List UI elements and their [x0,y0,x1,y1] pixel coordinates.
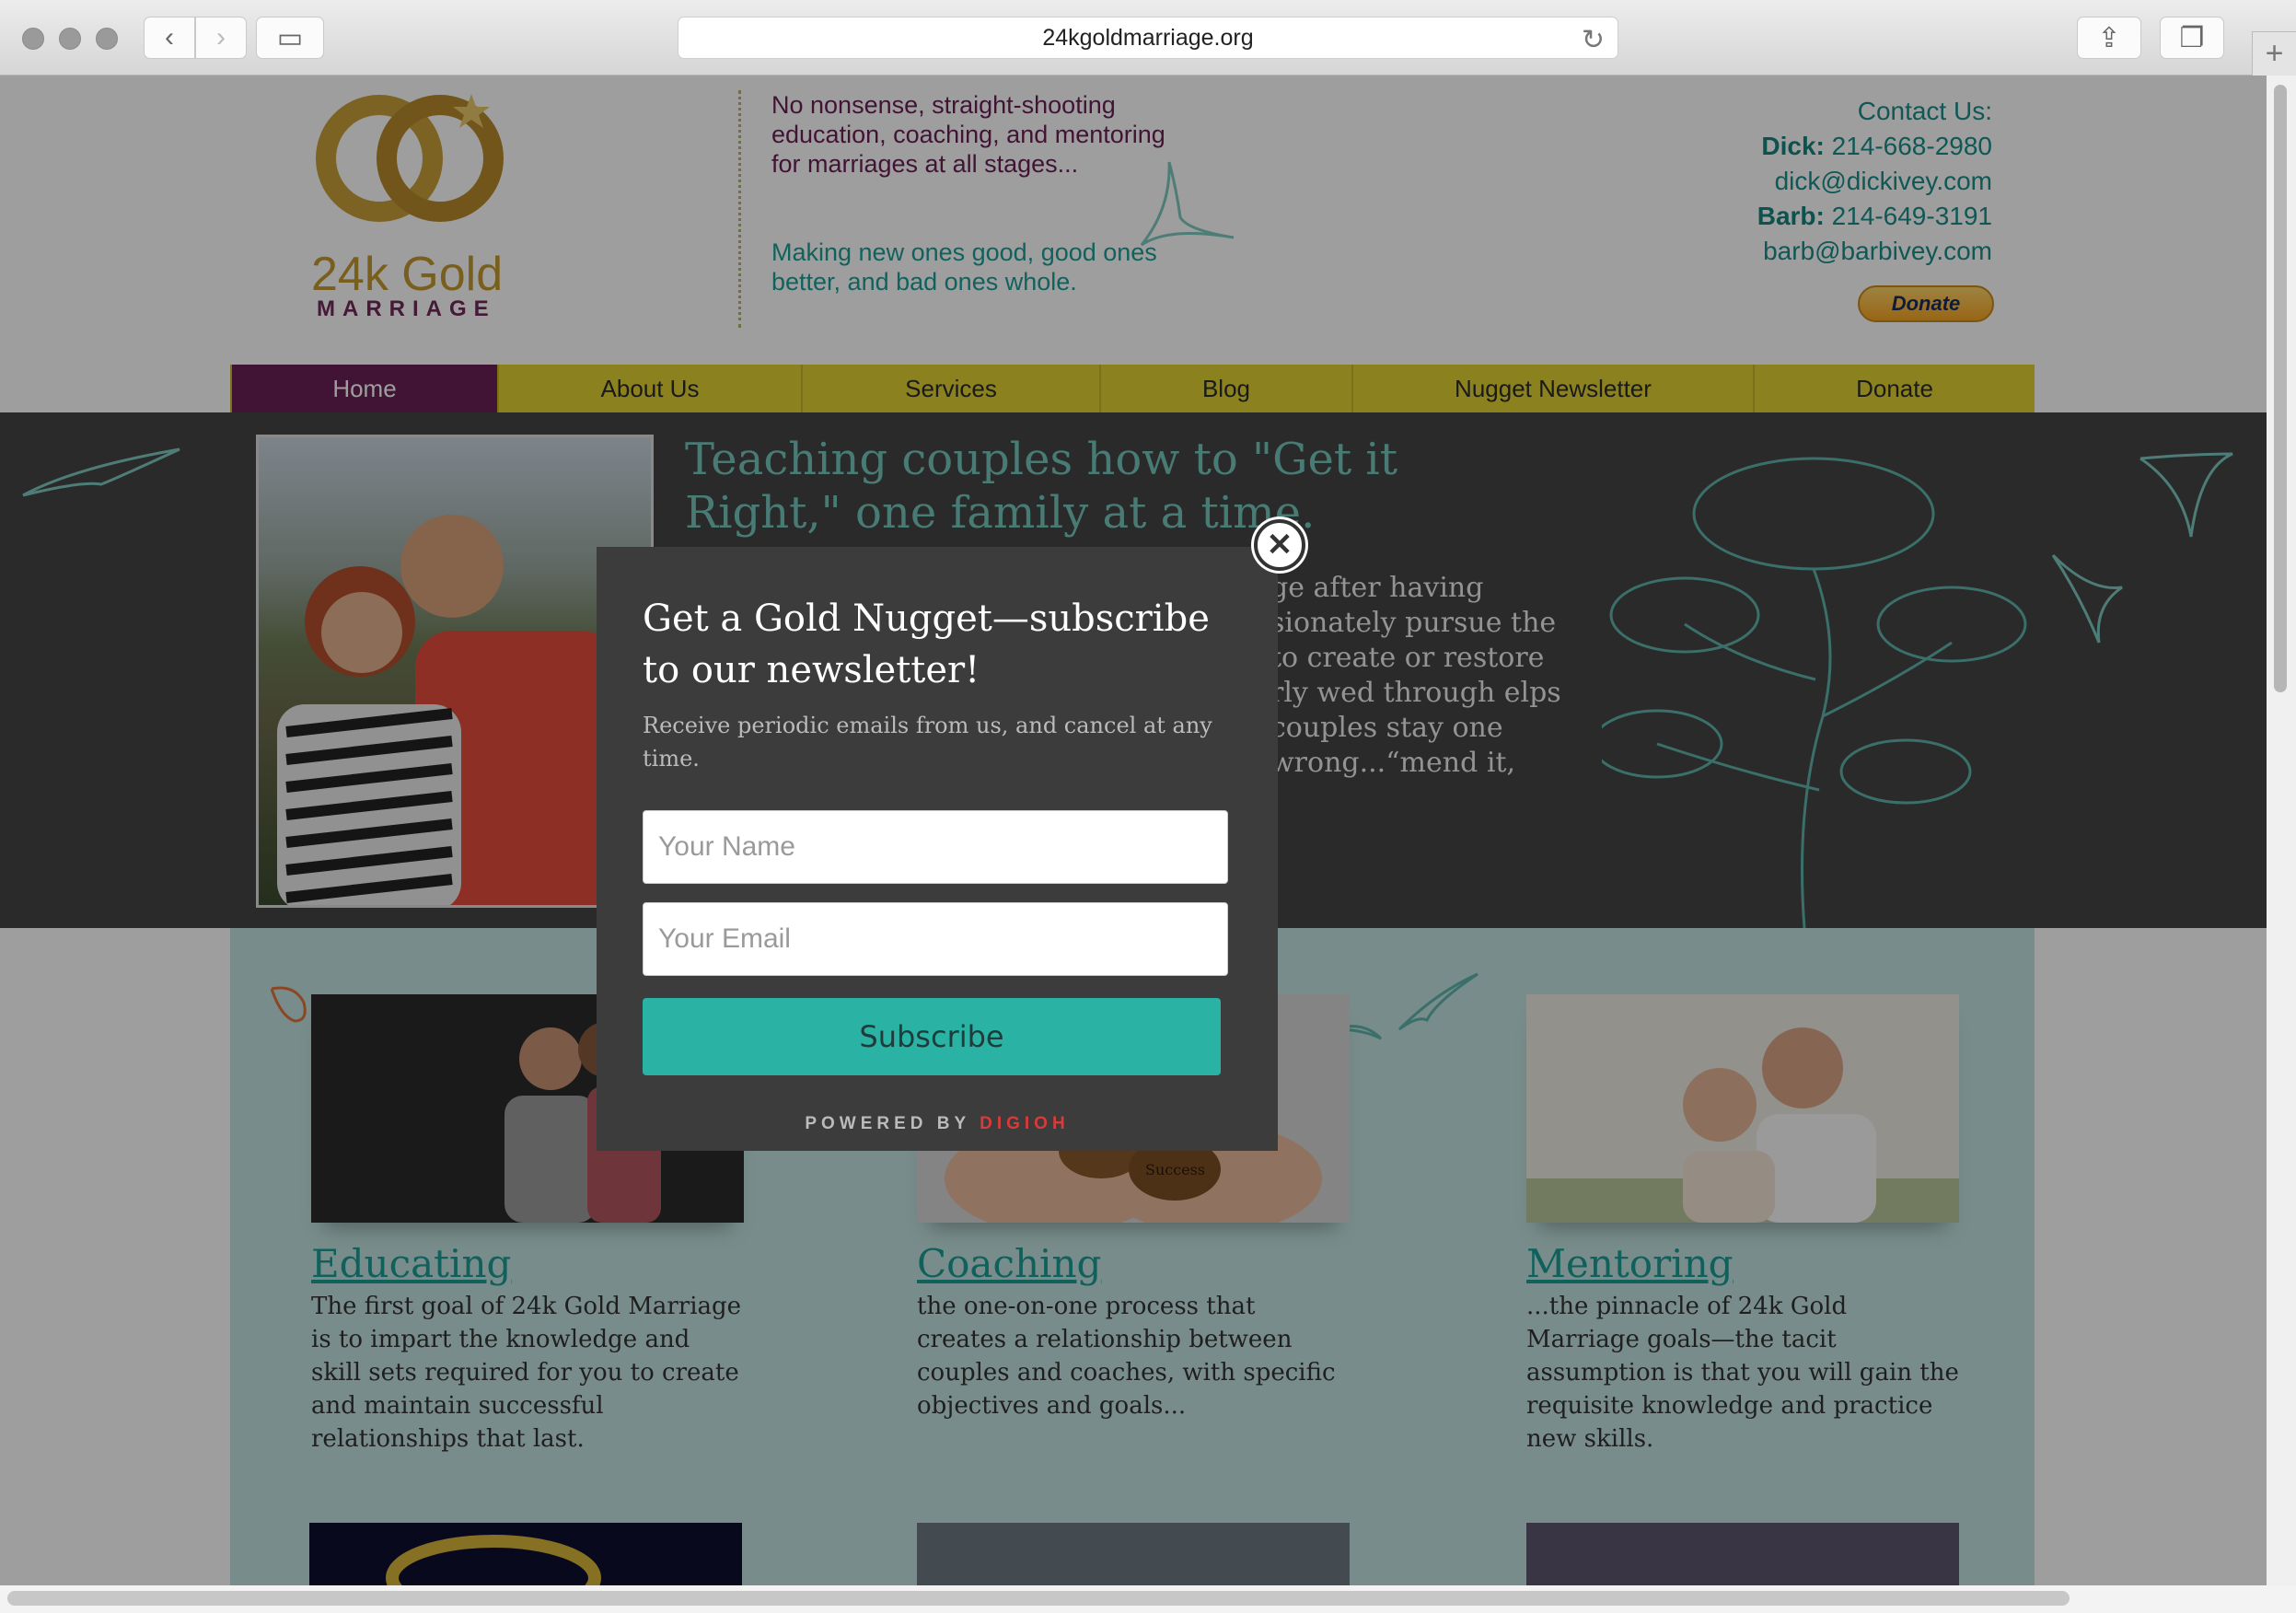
newsletter-modal: Get a Gold Nugget—subscribe to our newsl… [597,547,1278,1151]
vertical-scrollbar-thumb[interactable] [2274,85,2287,692]
share-icon: ⇪ [2097,22,2121,53]
sidebar-toggle-button[interactable]: ▭ [256,17,324,59]
close-modal-button[interactable]: ✕ [1254,519,1305,571]
email-input[interactable] [643,902,1228,976]
chevron-right-icon: › [216,22,226,52]
zoom-window-button[interactable] [96,28,118,50]
close-window-button[interactable] [22,28,44,50]
sidebar-icon: ▭ [276,22,304,53]
address-bar[interactable]: 24kgoldmarriage.org ↻ [678,17,1618,59]
new-tab-button[interactable]: + [2252,31,2296,75]
plus-icon: + [2265,36,2284,71]
browser-toolbar: ‹ › ▭ 24kgoldmarriage.org ↻ ⇪ ❐ + [0,0,2296,75]
digioh-link[interactable]: DIGIOH [980,1114,1070,1133]
modal-subtitle: Receive periodic emails from us, and can… [643,713,1212,772]
name-input[interactable] [643,810,1228,884]
powered-by: POWERED BY DIGIOH [643,1114,1232,1134]
back-button[interactable]: ‹ [144,17,195,59]
share-button[interactable]: ⇪ [2077,17,2141,59]
url-text: 24kgoldmarriage.org [1042,24,1254,51]
horizontal-scrollbar-thumb[interactable] [7,1591,2070,1606]
reload-icon[interactable]: ↻ [1582,24,1605,56]
tabs-icon: ❐ [2179,22,2205,53]
subscribe-button[interactable]: Subscribe [643,998,1221,1075]
modal-title: Get a Gold Nugget—subscribe to our newsl… [643,598,1210,691]
forward-button[interactable]: › [195,17,247,59]
close-icon: ✕ [1266,528,1293,563]
chevron-left-icon: ‹ [165,22,174,52]
powered-by-label: POWERED BY [805,1114,970,1133]
show-tabs-button[interactable]: ❐ [2160,17,2224,59]
minimize-window-button[interactable] [59,28,81,50]
